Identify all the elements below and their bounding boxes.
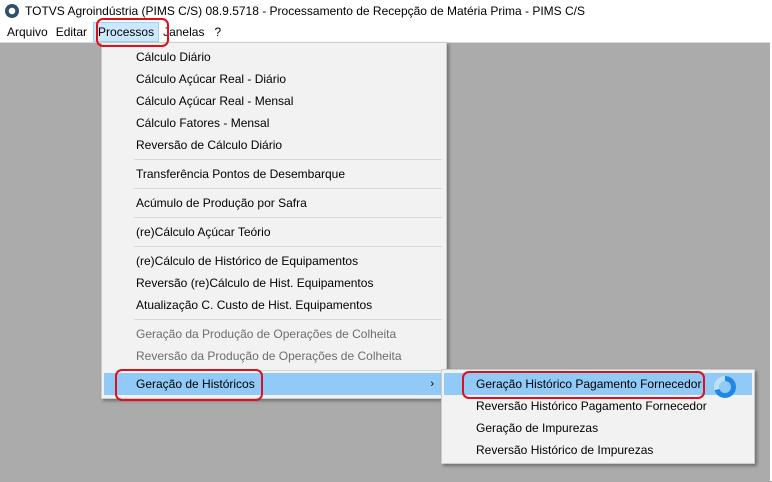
menu-help[interactable]: ?	[210, 22, 225, 42]
menu-separator	[134, 217, 442, 218]
menu-item-transferencia-pontos[interactable]: Transferência Pontos de Desembarque	[104, 163, 444, 185]
menu-arquivo[interactable]: Arquivo	[3, 22, 52, 42]
menu-item-recalculo-acucar-teorio[interactable]: (re)Cálculo Açúcar Teório	[104, 221, 444, 243]
window-title: TOTVS Agroindústria (PIMS C/S) 08.9.5718…	[25, 4, 586, 18]
menu-item-acumulo-producao[interactable]: Acúmulo de Produção por Safra	[104, 192, 444, 214]
annotation-processos	[96, 18, 169, 47]
menu-item-reversao-producao-colheita: Reversão da Produção de Operações de Col…	[136, 349, 402, 363]
menu-editar[interactable]: Editar	[52, 22, 91, 42]
menu-item-recalculo-historico-equipamentos[interactable]: (re)Cálculo de Histórico de Equipamentos	[104, 250, 444, 272]
processos-dropdown: Cálculo Diário Cálculo Açúcar Real - Diá…	[101, 42, 447, 399]
menu-item-reversao-calculo-diario[interactable]: Reversão de Cálculo Diário	[104, 134, 444, 156]
totvs-app-icon	[5, 4, 19, 18]
menu-item-calculo-acucar-real-mensal[interactable]: Cálculo Açúcar Real - Mensal	[104, 90, 444, 112]
menu-separator	[134, 246, 442, 247]
submenu-item-geracao-impurezas[interactable]: Geração de Impurezas	[444, 417, 752, 439]
menu-item-atualizacao-custo-hist[interactable]: Atualização C. Custo de Hist. Equipament…	[104, 294, 444, 316]
annotation-geracao-historico-pagamento	[462, 371, 705, 399]
menu-separator	[134, 188, 442, 189]
chevron-right-icon: ›	[430, 378, 434, 390]
submenu-item-reversao-impurezas[interactable]: Reversão Histórico de Impurezas	[444, 439, 752, 461]
busy-spinner-icon	[714, 376, 736, 398]
menu-separator	[134, 319, 442, 320]
menu-item-calculo-fatores-mensal[interactable]: Cálculo Fatores - Mensal	[104, 112, 444, 134]
annotation-geracao-historicos	[115, 369, 263, 401]
menu-item-calculo-acucar-real-diario[interactable]: Cálculo Açúcar Real - Diário	[104, 68, 444, 90]
menu-separator	[134, 159, 442, 160]
menu-item-calculo-diario[interactable]: Cálculo Diário	[104, 46, 444, 68]
menu-item-reversao-recalculo-hist[interactable]: Reversão (re)Cálculo de Hist. Equipament…	[104, 272, 444, 294]
menu-item-geracao-producao-colheita: Geração da Produção de Operações de Colh…	[136, 327, 397, 341]
